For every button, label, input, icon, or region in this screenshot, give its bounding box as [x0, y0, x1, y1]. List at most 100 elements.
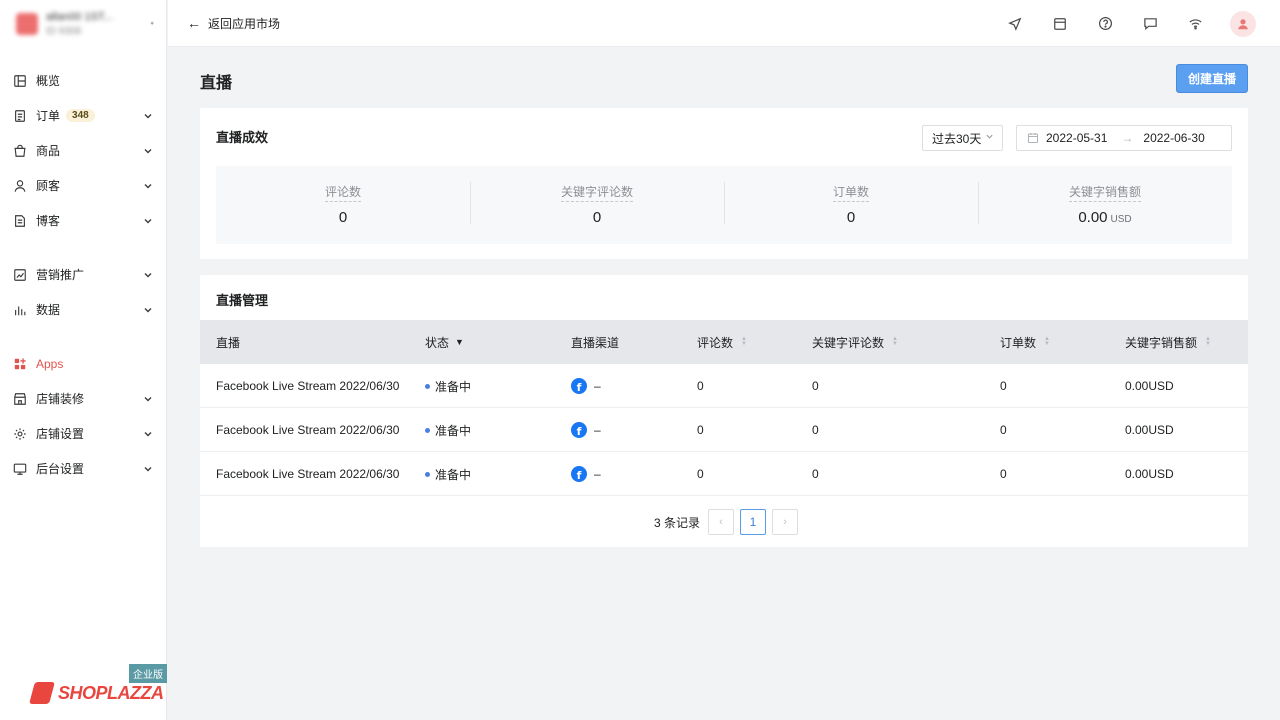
cell-orders: 0 [1000, 423, 1007, 437]
edition-badge: 企业版 [129, 664, 167, 683]
col-keyword-comments[interactable]: 关键字评论数 ▲ ▼ [812, 320, 898, 364]
chevron-down-icon[interactable] [142, 110, 154, 122]
sidebar-item-products[interactable]: 商品 [0, 133, 166, 168]
sort-icon[interactable]: ▲ ▼ [892, 336, 898, 347]
management-title: 直播管理 [216, 293, 269, 308]
store-design-icon [12, 391, 28, 407]
send-icon[interactable] [1005, 14, 1025, 34]
cell-stream[interactable]: Facebook Live Stream 2022/06/30 [216, 452, 399, 496]
facebook-icon: f [571, 422, 587, 438]
sidebar-item-blog[interactable]: 博客 [0, 203, 166, 238]
sidebar-item-analytics[interactable]: 数据 [0, 292, 166, 327]
blog-icon [12, 213, 28, 229]
top-bar: ← 返回应用市场 [168, 0, 1280, 47]
monitor-icon [12, 461, 28, 477]
chevron-down-icon[interactable] [142, 145, 154, 157]
cell-stream[interactable]: Facebook Live Stream 2022/06/30 [216, 364, 399, 408]
col-channel: 直播渠道 [571, 335, 620, 350]
chevron-down-icon[interactable] [142, 463, 154, 475]
date-range-picker[interactable]: 2022-05-31 → 2022-06-30 [1016, 125, 1232, 151]
page-title: 直播 [200, 75, 233, 92]
stat-label: 评论数 [324, 183, 361, 202]
date-range-select[interactable]: 过去30天 [922, 125, 1003, 151]
sidebar-item-admin-settings[interactable]: 后台设置 [0, 451, 166, 486]
col-comments[interactable]: 评论数 ▲ ▼ [697, 320, 747, 364]
wifi-icon[interactable] [1185, 14, 1205, 34]
page-1-button[interactable]: 1 [740, 509, 767, 535]
apps-icon [12, 356, 28, 372]
chevron-down-icon[interactable] [142, 304, 154, 316]
sidebar-item-label: 博客 [36, 214, 61, 228]
status-dot-icon [425, 427, 430, 433]
status-dot-icon [425, 383, 430, 389]
settings-gear-icon [12, 426, 28, 442]
cell-status: 准备中 [425, 408, 471, 452]
analytics-icon [12, 302, 28, 318]
sidebar-item-label: 营销推广 [36, 268, 85, 282]
sidebar-item-label: 订单 [36, 109, 61, 123]
facebook-icon: f [571, 378, 587, 394]
customers-icon [12, 178, 28, 194]
sidebar-item-orders[interactable]: 订单 348 [0, 98, 166, 133]
back-to-app-market-link[interactable]: ← 返回应用市场 [187, 15, 280, 32]
chevron-down-icon[interactable] [142, 215, 154, 227]
cell-comments: 0 [697, 423, 704, 437]
stat-value: 0 [846, 209, 856, 226]
products-icon [12, 143, 28, 159]
stat-label: 订单数 [832, 183, 869, 202]
help-icon[interactable] [1095, 14, 1115, 34]
sidebar-item-customers[interactable]: 顾客 [0, 168, 166, 203]
stat-value: 0 [338, 209, 348, 226]
prev-page-button[interactable]: ‹ [708, 509, 735, 535]
arrow-left-icon: ← [187, 15, 201, 31]
user-avatar-icon[interactable] [1230, 10, 1256, 37]
cell-keyword-comments: 0 [812, 423, 819, 437]
sidebar-item-label: 店铺装修 [36, 392, 85, 406]
message-icon[interactable] [1140, 14, 1160, 34]
chevron-down-icon[interactable] [142, 393, 154, 405]
facebook-icon: f [571, 466, 587, 482]
sort-icon[interactable]: ▲ ▼ [1044, 336, 1050, 347]
table-header: 直播 状态 ▼ 直播渠道 评论数 ▲ ▼ 关键字评论数 ▲ ▼ 订单数 ▲ ▼ 关键字销售额 ▲… [200, 320, 1248, 364]
sidebar: allan00 1ST... ID 9308 ⬩ 概览订单 348 商品顾客博客营销… [0, 0, 167, 720]
chevron-down-icon[interactable] [142, 269, 154, 281]
sidebar-item-store-settings[interactable]: 店铺设置 [0, 416, 166, 451]
date-range-value: 过去30天 [932, 131, 982, 146]
sidebar-item-design[interactable]: 店铺装修 [0, 381, 166, 416]
cell-keyword-sales: 0.00USD [1125, 467, 1174, 481]
col-orders[interactable]: 订单数 ▲ ▼ [1000, 320, 1050, 364]
sidebar-item-apps[interactable]: Apps [0, 346, 166, 381]
sort-icon[interactable]: ▲ ▼ [1205, 336, 1211, 347]
sidebar-item-label: 顾客 [36, 179, 61, 193]
sort-icon[interactable]: ▲ ▼ [741, 336, 747, 347]
stat-item: 关键字评论数 0 [470, 166, 724, 244]
orders-icon [12, 108, 28, 124]
sidebar-item-overview[interactable]: 概览 [0, 63, 166, 98]
sidebar-item-marketing[interactable]: 营销推广 [0, 257, 166, 292]
create-live-button[interactable]: 创建直播 [1176, 64, 1248, 93]
store-id: ID 9308 [46, 25, 82, 37]
back-label: 返回应用市场 [208, 16, 281, 31]
filter-caret-icon[interactable]: ▼ [455, 337, 464, 347]
storefront-icon[interactable] [1050, 14, 1070, 34]
sidebar-item-label: 概览 [36, 74, 61, 88]
table-row[interactable]: Facebook Live Stream 2022/06/30 准备中 f – 0… [200, 408, 1248, 452]
stat-item: 关键字销售额 0.00 USD [978, 166, 1232, 244]
col-keyword-sales[interactable]: 关键字销售额 ▲ ▼ [1125, 320, 1211, 364]
table-row[interactable]: Facebook Live Stream 2022/06/30 准备中 f – 0… [200, 452, 1248, 496]
cell-stream[interactable]: Facebook Live Stream 2022/06/30 [216, 408, 399, 452]
caret-icon: ⬩ [150, 18, 154, 29]
chevron-down-icon[interactable] [142, 180, 154, 192]
next-page-button[interactable]: › [772, 509, 799, 535]
chevron-down-icon[interactable] [142, 428, 154, 440]
sidebar-nav: 概览订单 348 商品顾客博客营销推广数据 Apps 店铺装修店铺设置 后台设置 [0, 47, 166, 486]
table-row[interactable]: Facebook Live Stream 2022/06/30 准备中 f – 0… [200, 364, 1248, 408]
store-switcher[interactable]: allan00 1ST... ID 9308 ⬩ [0, 0, 166, 47]
stat-label: 关键字销售额 [1068, 183, 1141, 202]
cell-comments: 0 [697, 467, 704, 481]
performance-card: 直播成效 过去30天 2022-05-31 → 2022-06-30 评论数 0… [200, 108, 1248, 259]
col-status[interactable]: 状态 ▼ [425, 320, 464, 364]
marketing-icon [12, 267, 28, 283]
stat-value: 0.00 USD [1078, 209, 1132, 226]
stat-item: 订单数 0 [724, 166, 978, 244]
